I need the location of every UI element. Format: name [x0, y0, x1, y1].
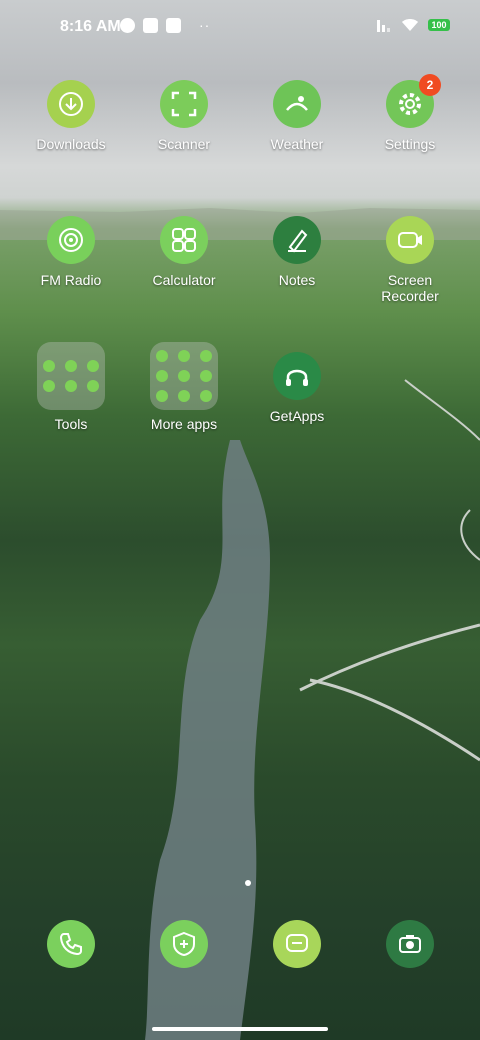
- folder-tools[interactable]: Tools: [16, 342, 126, 432]
- camera-icon[interactable]: [386, 920, 434, 968]
- app-settings[interactable]: 2 Settings: [355, 74, 465, 152]
- app-label: FM Radio: [40, 272, 102, 288]
- status-right: 100: [376, 18, 450, 32]
- app-notification-icon: [120, 18, 135, 33]
- app-notes[interactable]: Notes: [242, 216, 352, 288]
- folder-label: More apps: [150, 416, 218, 432]
- app-downloads[interactable]: Downloads: [16, 80, 126, 152]
- app-getapps[interactable]: GetApps: [242, 352, 352, 424]
- download-icon: [47, 80, 95, 128]
- app-label: Screen Recorder: [381, 272, 439, 304]
- more-notifications-icon: ··: [199, 17, 211, 33]
- app-label: Settings: [384, 136, 436, 152]
- app-label: Notes: [278, 272, 316, 288]
- wifi-icon: [402, 19, 418, 31]
- phone-icon[interactable]: [47, 920, 95, 968]
- notification-badge: 2: [419, 74, 441, 96]
- status-time: 8:16 AM: [60, 18, 121, 35]
- app-calculator[interactable]: Calculator: [129, 216, 239, 288]
- app-label: Downloads: [36, 136, 106, 152]
- app-screen-recorder[interactable]: Screen Recorder: [355, 216, 465, 304]
- wallpaper: [0, 208, 480, 1040]
- folder-label: Tools: [54, 416, 88, 432]
- upload-notification-icon: [166, 18, 181, 33]
- scanner-icon: [160, 80, 208, 128]
- status-bar: 8:16 AM ·· 100: [0, 0, 480, 56]
- video-icon: [386, 216, 434, 264]
- radio-icon: [47, 216, 95, 264]
- calculator-icon: [160, 216, 208, 264]
- battery-icon: 100: [428, 19, 450, 31]
- signal-icon: [377, 20, 390, 32]
- app-label: Calculator: [152, 272, 216, 288]
- weather-icon: [273, 80, 321, 128]
- message-icon[interactable]: [273, 920, 321, 968]
- folder-more-apps[interactable]: More apps: [129, 342, 239, 432]
- dock: [0, 920, 480, 980]
- headphones-icon: [273, 352, 321, 400]
- page-indicator: [245, 880, 251, 886]
- app-label: Scanner: [157, 136, 211, 152]
- folder-icon: [37, 342, 105, 410]
- notification-icons: ··: [120, 18, 210, 33]
- app-label: GetApps: [269, 408, 325, 424]
- pen-icon: [273, 216, 321, 264]
- app-fm-radio[interactable]: FM Radio: [16, 216, 126, 288]
- square-notification-icon: [143, 18, 158, 33]
- app-scanner[interactable]: Scanner: [129, 80, 239, 152]
- home-indicator[interactable]: [152, 1027, 328, 1031]
- folder-icon: [150, 342, 218, 410]
- shield-icon[interactable]: [160, 920, 208, 968]
- app-label: Weather: [270, 136, 324, 152]
- app-weather[interactable]: Weather: [242, 80, 352, 152]
